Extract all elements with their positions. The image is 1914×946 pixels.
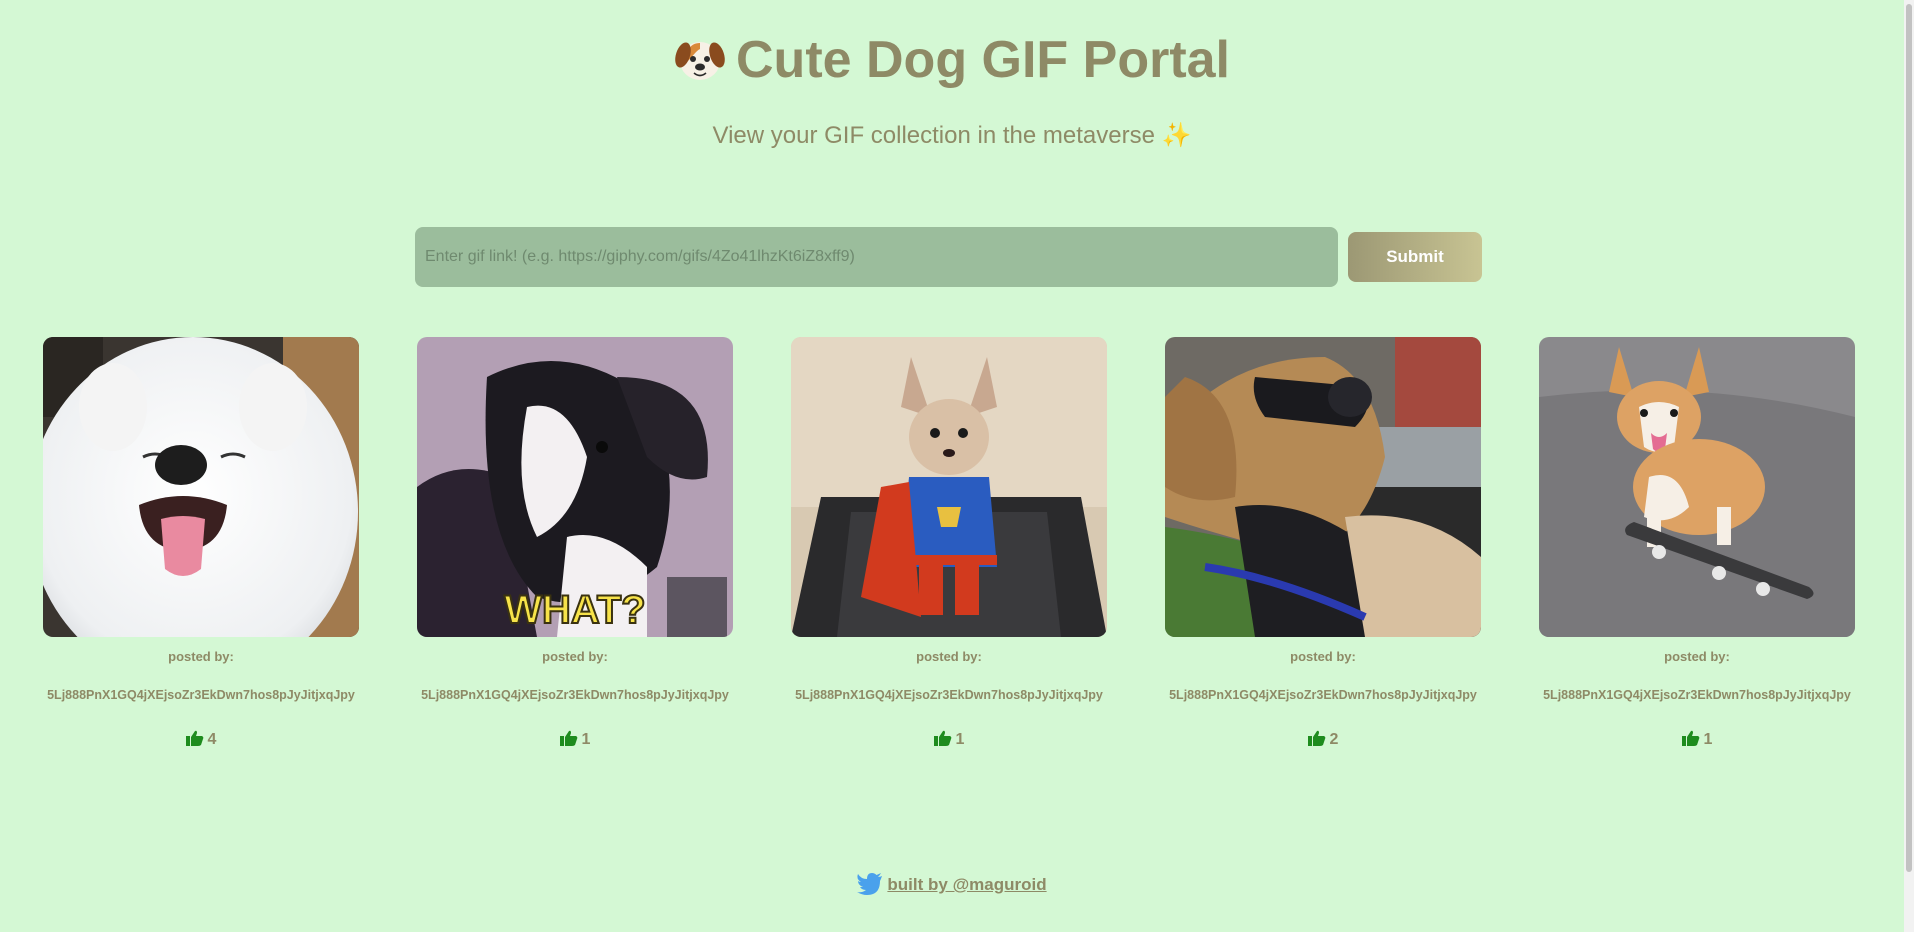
- like-count: 2: [1329, 731, 1339, 748]
- poster-address: 5Lj888PnX1GQ4jXEjsoZr3EkDwn7hos8pJyJitjx…: [1169, 688, 1477, 702]
- posted-by-label: posted by:: [542, 649, 608, 664]
- sparkles-icon: ✨: [1161, 122, 1192, 149]
- like-count: 4: [207, 731, 217, 748]
- like-row: 2: [1165, 730, 1481, 749]
- like-count: 1: [1703, 731, 1713, 748]
- like-row: 1: [417, 730, 733, 749]
- gif-image: [1539, 337, 1855, 637]
- page-subtitle-text: View your GIF collection in the metavers…: [712, 122, 1155, 149]
- thumbs-up-icon[interactable]: [185, 730, 204, 746]
- like-row: 1: [1539, 730, 1855, 749]
- gif-image: [43, 337, 359, 637]
- footer: built by @maguroid: [0, 873, 1904, 895]
- gif-card: WHAT? posted by: 5Lj888PnX1GQ4jXEjsoZr3E…: [417, 337, 733, 749]
- posted-by-label: posted by:: [1664, 649, 1730, 664]
- page-subtitle: View your GIF collection in the metavers…: [0, 120, 1904, 152]
- gif-card: posted by: 5Lj888PnX1GQ4jXEjsoZr3EkDwn7h…: [1165, 337, 1481, 749]
- like-row: 4: [43, 730, 359, 749]
- posted-by-label: posted by:: [168, 649, 234, 664]
- dog-face-icon: [675, 42, 725, 80]
- gif-card: posted by: 5Lj888PnX1GQ4jXEjsoZr3EkDwn7h…: [1539, 337, 1855, 749]
- footer-link[interactable]: built by @maguroid: [887, 875, 1046, 894]
- poster-address: 5Lj888PnX1GQ4jXEjsoZr3EkDwn7hos8pJyJitjx…: [1543, 688, 1851, 702]
- posted-by-label: posted by:: [1290, 649, 1356, 664]
- gif-image: [791, 337, 1107, 637]
- gif-image: [1165, 337, 1481, 637]
- thumbs-up-icon[interactable]: [933, 730, 952, 746]
- svg-text:WHAT?: WHAT?: [504, 588, 645, 632]
- like-row: 1: [791, 730, 1107, 749]
- page-title: Cute Dog GIF Portal: [0, 28, 1904, 92]
- gif-card: posted by: 5Lj888PnX1GQ4jXEjsoZr3EkDwn7h…: [43, 337, 359, 749]
- scrollbar-thumb[interactable]: [1906, 4, 1912, 872]
- gif-link-input[interactable]: [415, 227, 1338, 287]
- gif-image: WHAT?: [417, 337, 733, 637]
- poster-address: 5Lj888PnX1GQ4jXEjsoZr3EkDwn7hos8pJyJitjx…: [421, 688, 729, 702]
- submit-button[interactable]: Submit: [1348, 232, 1482, 282]
- thumbs-up-icon[interactable]: [559, 730, 578, 746]
- twitter-bird-icon: [857, 873, 883, 895]
- gif-card: posted by: 5Lj888PnX1GQ4jXEjsoZr3EkDwn7h…: [791, 337, 1107, 749]
- window-bottom-edge: [0, 932, 1914, 946]
- thumbs-up-icon[interactable]: [1307, 730, 1326, 746]
- posted-by-label: posted by:: [916, 649, 982, 664]
- page-title-text: Cute Dog GIF Portal: [736, 31, 1230, 89]
- poster-address: 5Lj888PnX1GQ4jXEjsoZr3EkDwn7hos8pJyJitjx…: [795, 688, 1103, 702]
- like-count: 1: [581, 731, 591, 748]
- page: Cute Dog GIF Portal View your GIF collec…: [0, 0, 1904, 932]
- like-count: 1: [955, 731, 965, 748]
- poster-address: 5Lj888PnX1GQ4jXEjsoZr3EkDwn7hos8pJyJitjx…: [47, 688, 355, 702]
- thumbs-up-icon[interactable]: [1681, 730, 1700, 746]
